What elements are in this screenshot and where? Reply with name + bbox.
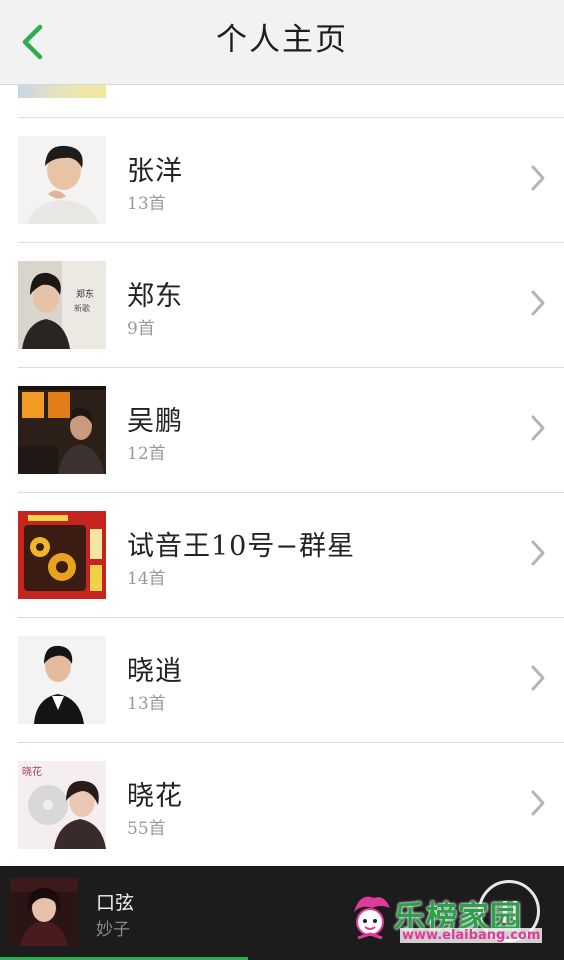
song-count: 55首: [127, 819, 166, 839]
artist-name: 郑东: [127, 281, 183, 312]
artist-thumbnail: [18, 386, 106, 474]
list-item[interactable]: 试音王10号−群星 14首: [0, 492, 564, 617]
divider: [18, 367, 564, 368]
artist-name: 晓花: [127, 781, 183, 812]
artist-list[interactable]: 张洋 13首 郑东 新歌 郑东 9首 吴鹏 12首 试音王10号−群星 14首 …: [0, 84, 564, 866]
artist-name: 张洋: [127, 156, 183, 187]
chevron-right-icon: [531, 165, 545, 191]
list-item[interactable]: 晓花 晓花 55首: [0, 742, 564, 866]
album-thumbnail: [18, 511, 106, 599]
svg-text:郑东: 郑东: [76, 288, 94, 300]
now-playing-bar[interactable]: 口弦 妙子 乐榜家园 www.elaibang.com: [0, 866, 564, 960]
song-count: 14首: [127, 569, 166, 589]
divider: [18, 617, 564, 618]
list-item[interactable]: 吴鹏 12首: [0, 367, 564, 492]
app-header: 个人主页: [0, 0, 564, 85]
artist-name: 试音王10号−群星: [127, 531, 355, 562]
chevron-right-icon: [531, 415, 545, 441]
svg-text:晓花: 晓花: [22, 765, 42, 778]
svg-text:新歌: 新歌: [74, 303, 90, 313]
chevron-right-icon: [531, 665, 545, 691]
divider: [18, 117, 564, 118]
song-count: 12首: [127, 444, 166, 464]
list-item[interactable]: 郑东 新歌 郑东 9首: [0, 242, 564, 367]
list-item[interactable]: 晓逍 13首: [0, 617, 564, 742]
page-title: 个人主页: [216, 22, 348, 58]
watermark-url: www.elaibang.com: [400, 928, 543, 943]
chevron-right-icon: [531, 540, 545, 566]
album-thumbnail: 晓花: [18, 761, 106, 849]
now-playing-artist: 妙子: [96, 920, 130, 940]
song-count: 13首: [127, 194, 166, 214]
artist-thumbnail: [18, 136, 106, 224]
divider: [18, 242, 564, 243]
watermark-logo: 乐榜家园 www.elaibang.com: [350, 890, 560, 946]
chevron-right-icon: [531, 290, 545, 316]
divider: [18, 742, 564, 743]
song-count: 13首: [127, 694, 166, 714]
list-item[interactable]: 张洋 13首: [0, 117, 564, 242]
artist-name: 吴鹏: [127, 406, 183, 437]
partial-album-thumbnail: [18, 84, 106, 98]
artist-thumbnail: [18, 636, 106, 724]
song-count: 9首: [127, 319, 155, 339]
chevron-right-icon: [531, 790, 545, 816]
artist-thumbnail: 郑东 新歌: [18, 261, 106, 349]
artist-name: 晓逍: [127, 656, 183, 687]
now-playing-title: 口弦: [96, 892, 135, 914]
divider: [18, 492, 564, 493]
mascot-icon: [354, 896, 390, 940]
now-playing-cover: [10, 878, 78, 946]
